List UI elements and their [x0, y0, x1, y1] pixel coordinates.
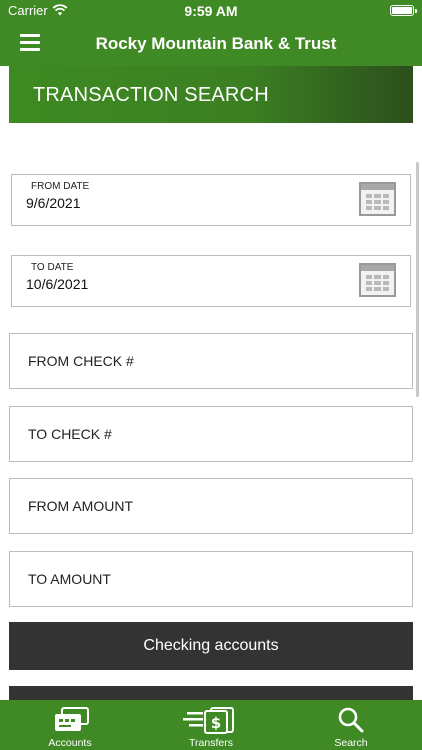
- from-date-field[interactable]: FROM DATE 9/6/2021: [11, 174, 411, 226]
- tab-transfers-label: Transfers: [189, 737, 233, 749]
- from-check-input[interactable]: FROM CHECK #: [9, 333, 413, 389]
- battery-icon: [390, 5, 417, 16]
- to-check-input[interactable]: TO CHECK #: [9, 406, 413, 462]
- cards-icon: [55, 707, 89, 731]
- search-form: TRANSACTION SEARCH FROM DATE 9/6/2021 TO…: [0, 66, 422, 700]
- clock: 9:59 AM: [184, 3, 238, 19]
- tab-accounts-label: Accounts: [48, 737, 92, 749]
- from-amount-placeholder: FROM AMOUNT: [28, 498, 133, 514]
- from-date-value: 9/6/2021: [26, 195, 81, 211]
- status-bar: Carrier 9:59 AM: [0, 0, 422, 22]
- page-banner: TRANSACTION SEARCH: [9, 66, 413, 123]
- tab-bar: Accounts $ Transfers Search: [0, 700, 422, 750]
- from-date-label: FROM DATE: [31, 181, 90, 192]
- transfer-icon: $: [183, 707, 234, 734]
- from-amount-input[interactable]: FROM AMOUNT: [9, 478, 413, 534]
- app-title: Rocky Mountain Bank & Trust: [95, 34, 337, 53]
- nav-bar: Rocky Mountain Bank & Trust: [0, 22, 422, 66]
- calendar-icon[interactable]: [359, 263, 396, 297]
- search-button-partial[interactable]: [9, 686, 413, 700]
- search-icon: [338, 707, 364, 733]
- account-type-button[interactable]: Checking accounts: [9, 622, 413, 670]
- to-amount-placeholder: TO AMOUNT: [28, 571, 111, 587]
- tab-search-label: Search: [334, 737, 368, 749]
- tab-search[interactable]: Search: [301, 700, 401, 750]
- page-title: TRANSACTION SEARCH: [33, 84, 269, 106]
- to-date-field[interactable]: TO DATE 10/6/2021: [11, 255, 411, 307]
- to-date-value: 10/6/2021: [26, 276, 89, 292]
- scrollbar[interactable]: [416, 162, 419, 397]
- from-check-placeholder: FROM CHECK #: [28, 353, 134, 369]
- tab-transfers[interactable]: $ Transfers: [161, 700, 261, 750]
- to-check-placeholder: TO CHECK #: [28, 426, 112, 442]
- tab-accounts[interactable]: Accounts: [20, 700, 120, 750]
- svg-text:$: $: [211, 714, 221, 732]
- to-date-label: TO DATE: [31, 262, 74, 273]
- calendar-icon[interactable]: [359, 182, 396, 216]
- to-amount-input[interactable]: TO AMOUNT: [9, 551, 413, 607]
